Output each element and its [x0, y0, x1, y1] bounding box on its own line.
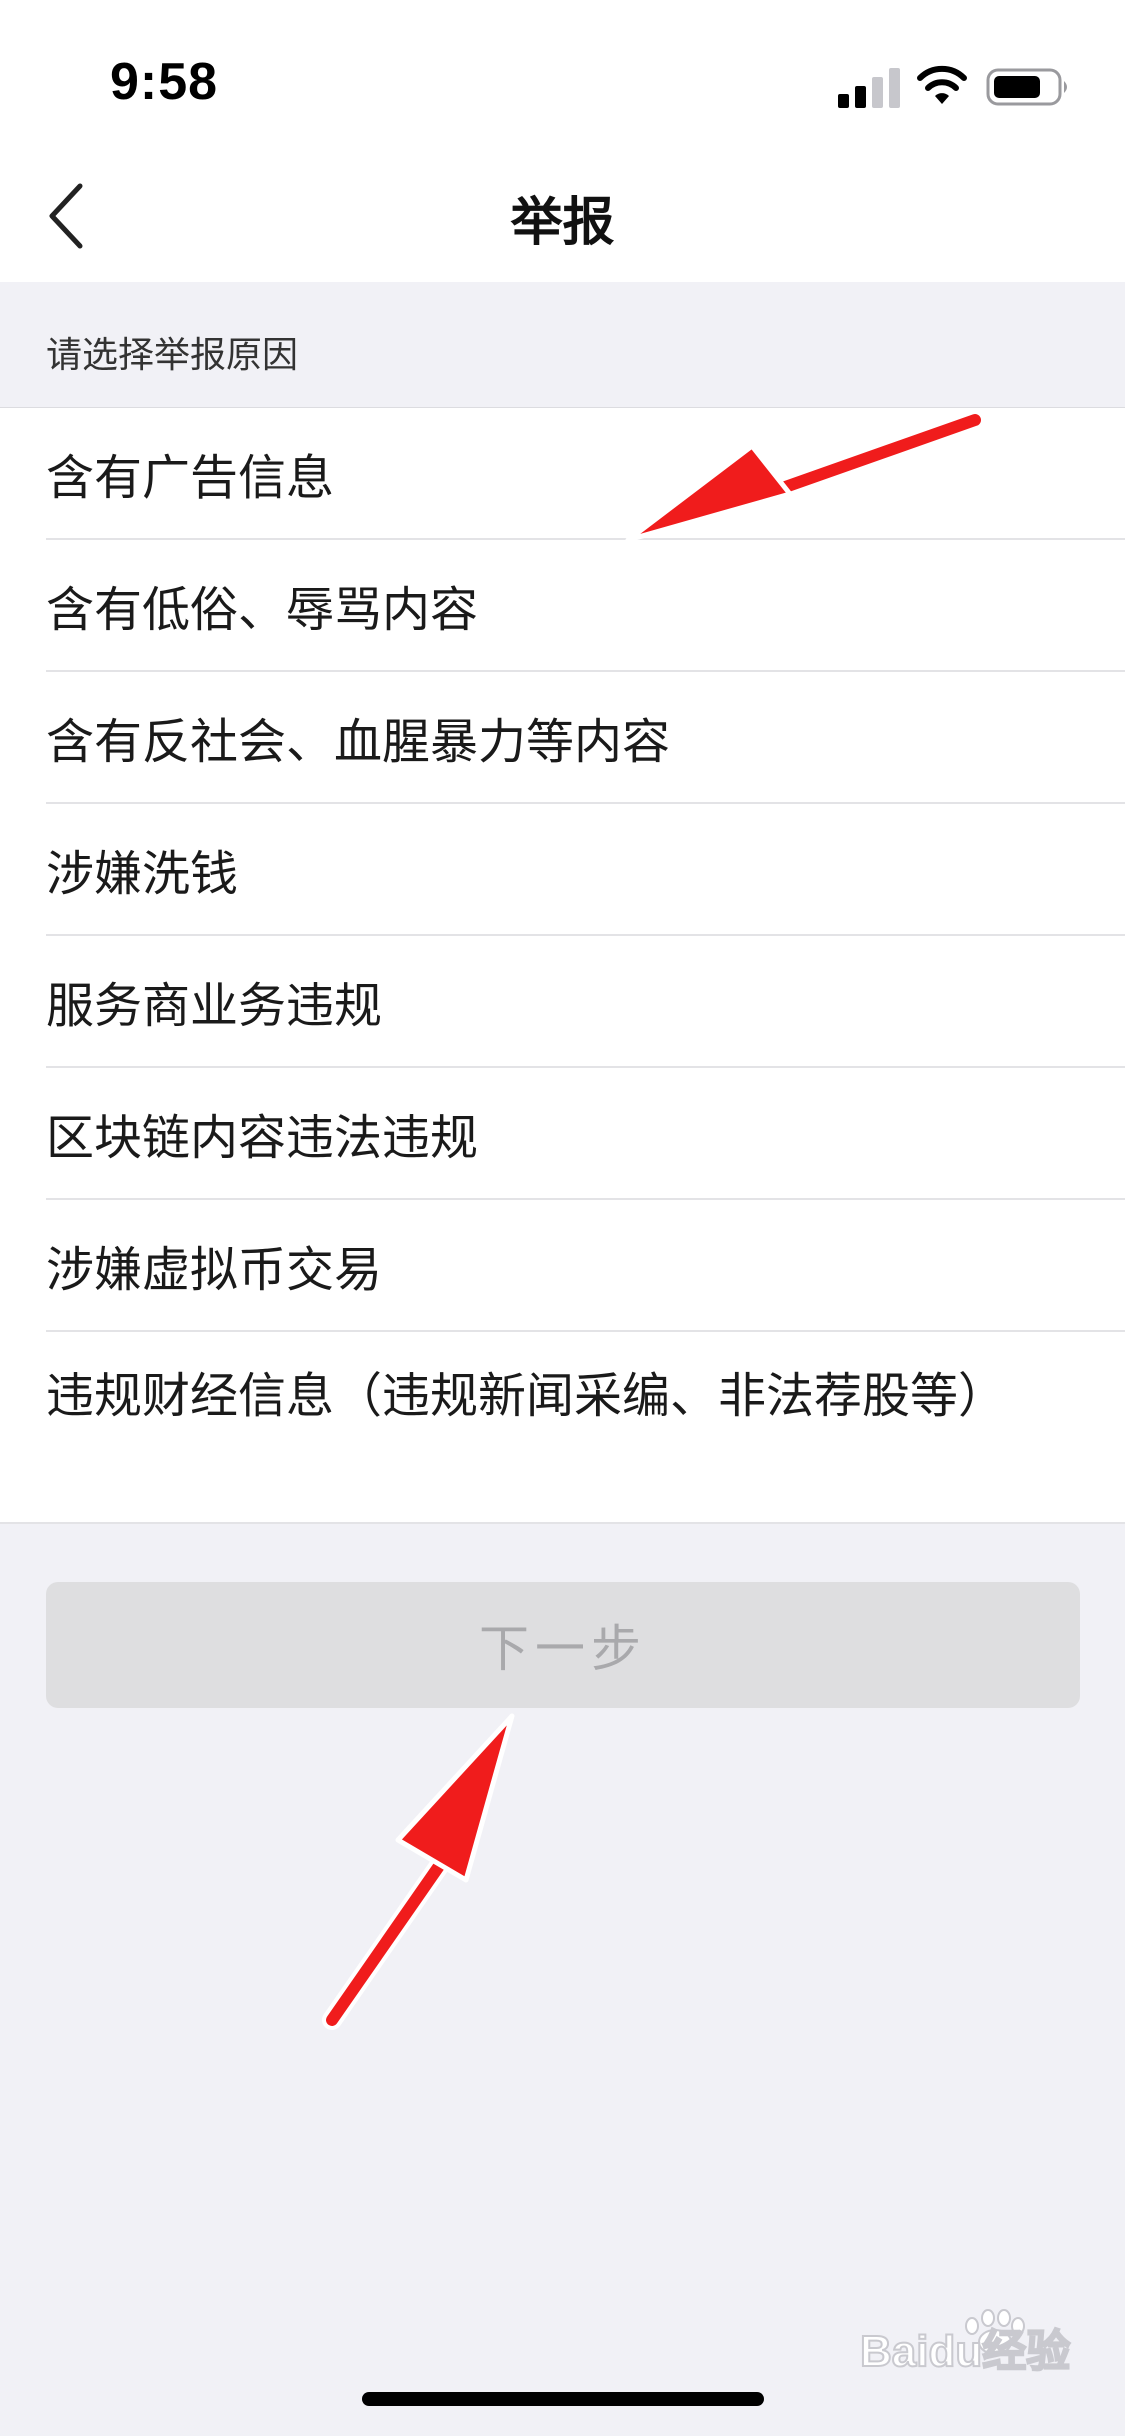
annotation-arrow-icon — [322, 1713, 515, 2030]
reason-label: 涉嫌洗钱 — [46, 846, 239, 902]
watermark-text: Baidu经验 — [860, 2327, 1070, 2376]
page-title: 举报 — [510, 193, 615, 253]
reason-label: 含有反社会、血腥暴力等内容 — [46, 714, 671, 770]
next-step-button[interactable]: 下一步 — [46, 1582, 1080, 1708]
wifi-icon — [917, 65, 967, 104]
navigation-bar: 举报 — [0, 150, 1125, 282]
section-header-label: 请选择举报原因 — [46, 335, 299, 376]
reason-label: 含有广告信息 — [46, 450, 335, 506]
section-header: 请选择举报原因 — [0, 282, 1125, 408]
reason-item-violence[interactable]: 含有反社会、血腥暴力等内容 — [0, 672, 1125, 804]
reason-label: 含有低俗、辱骂内容 — [46, 582, 479, 638]
home-indicator[interactable] — [362, 2392, 764, 2406]
reason-item-ads[interactable]: 含有广告信息 — [0, 408, 1125, 540]
reason-item-blockchain[interactable]: 区块链内容违法违规 — [0, 1068, 1125, 1200]
status-time: 9:58 — [110, 53, 219, 111]
next-step-label: 下一步 — [479, 1621, 647, 1677]
reason-item-vulgar[interactable]: 含有低俗、辱骂内容 — [0, 540, 1125, 672]
reason-item-money-laundering[interactable]: 涉嫌洗钱 — [0, 804, 1125, 936]
reason-label: 涉嫌虚拟币交易 — [46, 1242, 383, 1298]
status-bar: 9:58 — [0, 0, 1125, 150]
reason-label: 区块链内容违法违规 — [46, 1110, 479, 1166]
battery-icon — [986, 68, 1067, 106]
cellular-signal-icon — [838, 68, 900, 108]
baidu-jingyan-watermark-logo: Baidu经验 — [860, 2309, 1071, 2376]
report-reason-list: 含有广告信息 含有低俗、辱骂内容 含有反社会、血腥暴力等内容 涉嫌洗钱 服务商业… — [0, 408, 1125, 1524]
reason-item-service-violation[interactable]: 服务商业务违规 — [0, 936, 1125, 1068]
screen: 9:58 举报 请选择举报原因 含有广告信息 含有低俗、辱骂内容 含有反社会、血… — [0, 0, 1125, 2436]
reason-item-virtual-currency[interactable]: 涉嫌虚拟币交易 — [0, 1200, 1125, 1332]
reason-item-financial-info[interactable]: 违规财经信息（违规新闻采编、非法荐股等） — [0, 1332, 1125, 1524]
reason-label: 服务商业务违规 — [46, 978, 383, 1034]
reason-label: 违规财经信息（违规新闻采编、非法荐股等） — [46, 1368, 1007, 1424]
